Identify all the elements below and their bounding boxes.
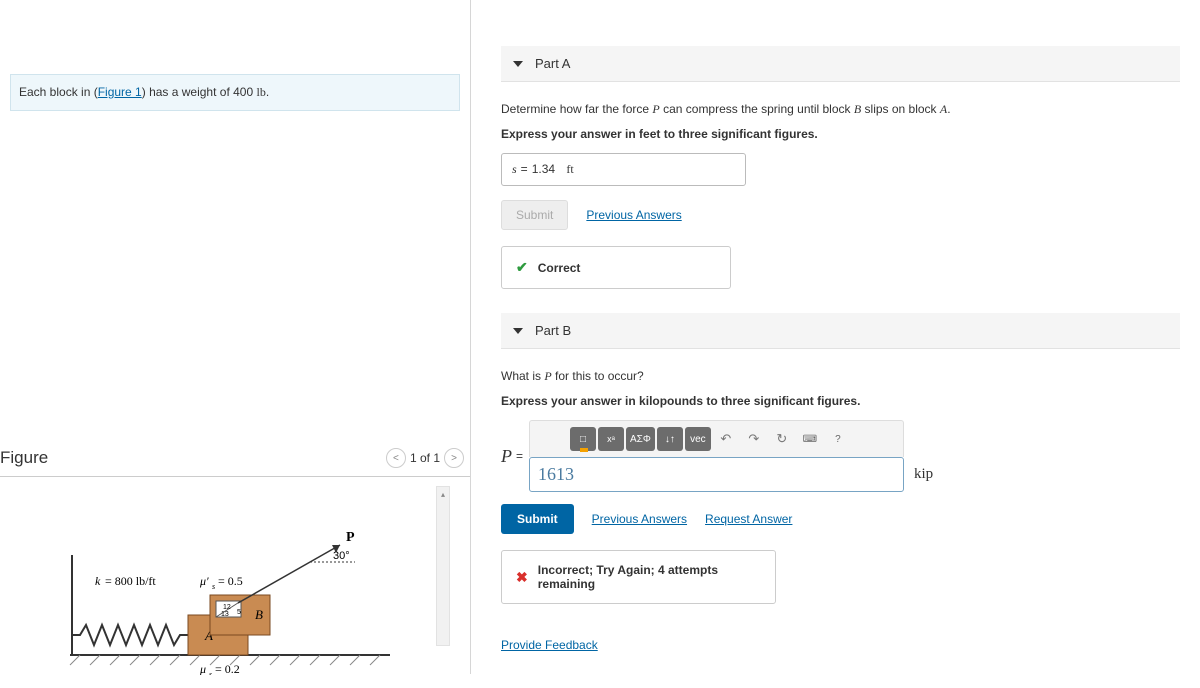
part-a-var: s (512, 162, 517, 177)
part-b-previous-answers-link[interactable]: Previous Answers (592, 512, 687, 526)
part-a-header[interactable]: Part A (501, 46, 1180, 82)
cross-icon: ✖ (516, 569, 528, 586)
provide-feedback-link[interactable]: Provide Feedback (501, 638, 598, 652)
part-a-value: 1.34 (532, 162, 555, 177)
svg-text:s: s (209, 670, 212, 675)
part-a-instruction: Determine how far the force P can compre… (501, 102, 1180, 117)
figure-title: Figure (0, 448, 48, 468)
part-a-unit: ft (566, 162, 573, 177)
part-a-feedback: ✔ Correct (501, 246, 731, 289)
caret-down-icon (513, 61, 523, 67)
tool-keyboard[interactable]: ⌨ (797, 427, 823, 451)
part-b-feedback-text: Incorrect; Try Again; 4 attempts remaini… (538, 563, 761, 591)
svg-text:= 0.5: = 0.5 (218, 574, 243, 588)
problem-intro: Each block in (Figure 1) has a weight of… (10, 74, 460, 111)
figure-link[interactable]: Figure 1 (98, 85, 142, 99)
svg-text:μ: μ (199, 662, 206, 675)
svg-text:12: 12 (223, 604, 231, 611)
svg-text:P: P (346, 530, 355, 545)
svg-text:s: s (212, 582, 215, 591)
figure-section: Figure < 1 of 1 > (0, 448, 470, 688)
part-a-feedback-text: Correct (538, 261, 581, 275)
scroll-up-icon: ▴ (437, 487, 449, 501)
svg-text:5: 5 (237, 609, 241, 616)
figure-scrollbar[interactable]: ▴ (436, 486, 450, 646)
check-icon: ✔ (516, 259, 528, 276)
part-b-sub: Express your answer in kilopounds to thr… (501, 394, 1180, 408)
part-a-title: Part A (535, 56, 570, 71)
part-b-request-answer-link[interactable]: Request Answer (705, 512, 792, 526)
part-a-sub: Express your answer in feet to three sig… (501, 127, 1180, 141)
part-b-feedback: ✖ Incorrect; Try Again; 4 attempts remai… (501, 550, 776, 604)
tool-scripts[interactable]: ↓↑ (657, 427, 683, 451)
figure-prev-button[interactable]: < (386, 448, 406, 468)
part-a-submit-button: Submit (501, 200, 568, 230)
part-b-header[interactable]: Part B (501, 313, 1180, 349)
svg-text:μ′: μ′ (199, 574, 209, 588)
tool-sqrt[interactable]: xa (598, 427, 624, 451)
svg-text:k: k (95, 574, 101, 588)
svg-text:30°: 30° (333, 550, 350, 562)
tool-redo[interactable]: ↷ (741, 427, 767, 451)
tool-vec[interactable]: vec (685, 427, 711, 451)
part-b-instruction: What is P for this to occur? (501, 369, 1180, 384)
tool-undo[interactable]: ↶ (713, 427, 739, 451)
part-b-unit: kip (914, 466, 933, 483)
svg-text:B: B (255, 607, 263, 622)
intro-suffix: ) has a weight of 400 lb. (142, 85, 269, 99)
part-a-previous-answers-link[interactable]: Previous Answers (586, 208, 681, 222)
figure-pager-text: 1 of 1 (410, 451, 440, 465)
svg-text:= 800 lb/ft: = 800 lb/ft (105, 574, 156, 588)
intro-prefix: Each block in ( (19, 85, 98, 99)
part-b-title: Part B (535, 323, 571, 338)
figure-next-button[interactable]: > (444, 448, 464, 468)
figure-canvas: A B 12 13 5 P 30° (0, 485, 470, 688)
part-b-answer-input[interactable] (538, 464, 895, 485)
tool-greek[interactable]: ΑΣΦ (626, 427, 655, 451)
part-a-answer: s = 1.34 ft (501, 153, 746, 186)
tool-help[interactable]: ? (825, 427, 851, 451)
part-b-var: P (501, 446, 512, 467)
figure-pager: < 1 of 1 > (386, 448, 464, 468)
caret-down-icon (513, 328, 523, 334)
svg-text:= 0.2: = 0.2 (215, 662, 240, 675)
svg-text:13: 13 (221, 611, 229, 618)
part-b-submit-button[interactable]: Submit (501, 504, 574, 534)
tool-reset[interactable]: ↻ (769, 427, 795, 451)
